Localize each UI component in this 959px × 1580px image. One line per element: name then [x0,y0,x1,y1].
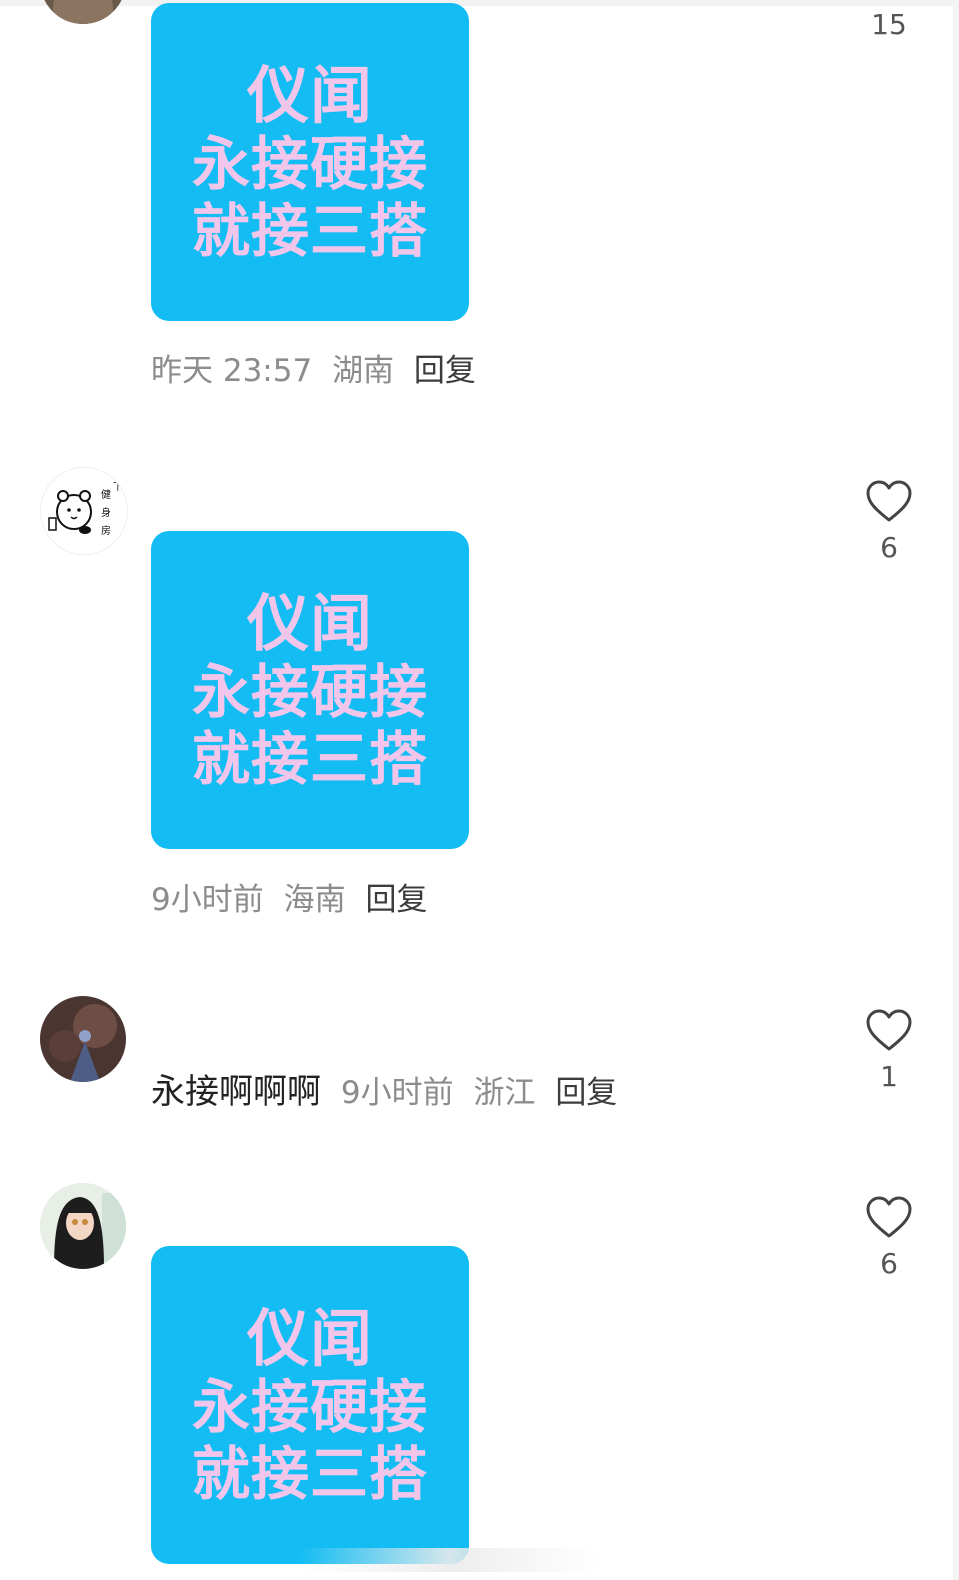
comment-sticker-image[interactable]: 仪闻 永接硬接 就接三搭 [151,1246,469,1564]
scroll-edge [953,0,959,1580]
like-count: 6 [880,1247,898,1280]
comment-sticker-image[interactable]: 仪闻 永接硬接 就接三搭 [151,3,469,321]
comment-location: 湖南 [332,353,395,389]
watermark-fade [300,1548,600,1572]
comment-meta: 永接啊啊啊 9小时前 浙江 回复 [151,1064,627,1113]
avatar-text: 房 [101,524,111,537]
sticker-line-3: 就接三搭 [191,724,428,793]
commenter-avatar[interactable] [40,1183,126,1269]
reply-button[interactable]: 回复 [414,353,476,389]
sticker-line-3: 就接三搭 [191,196,428,265]
sticker-line-3: 就接三搭 [191,1439,428,1508]
top-divider [0,0,959,6]
sticker-line-1: 仪闻 [246,58,373,132]
comment-meta: 9小时前 海南 回复 [151,874,437,919]
commenter-avatar[interactable] [40,996,126,1082]
comment-location: 浙江 [473,1075,536,1111]
comment-text: 永接啊啊啊 [151,1072,321,1112]
like-button[interactable]: 1 [862,1008,916,1093]
sticker-line-2: 永接硬接 [191,129,428,198]
comment-time: 昨天 23:57 [151,353,313,389]
sticker-line-2: 永接硬接 [191,1372,428,1441]
avatar-text: 下 [113,482,123,493]
like-count: 15 [871,8,907,41]
heart-outline-icon [866,1009,912,1051]
sticker-line-1: 仪闻 [246,586,373,660]
reply-button[interactable]: 回复 [555,1075,617,1111]
sticker-line-1: 仪闻 [246,1301,373,1375]
comment-sticker-image[interactable]: 仪闻 永接硬接 就接三搭 [151,531,469,849]
heart-outline-icon [866,480,912,522]
like-button[interactable]: 6 [862,1195,916,1280]
commenter-avatar[interactable] [40,0,126,24]
reply-button[interactable]: 回复 [365,882,427,918]
comment-time: 9小时前 [151,882,264,918]
avatar-text: 身 [101,506,111,519]
comment-time: 9小时前 [340,1075,454,1111]
comment-meta: 昨天 23:57 湖南 回复 [151,345,486,390]
avatar-text: 健 [101,489,111,501]
heart-outline-icon [866,1196,912,1238]
like-count: 1 [880,1060,898,1093]
like-button[interactable]: 6 [862,479,916,564]
sticker-line-2: 永接硬接 [191,657,428,726]
like-count: 6 [880,531,898,564]
commenter-avatar[interactable]: 健 身 房 下 [40,467,128,555]
comment-location: 海南 [283,882,346,918]
